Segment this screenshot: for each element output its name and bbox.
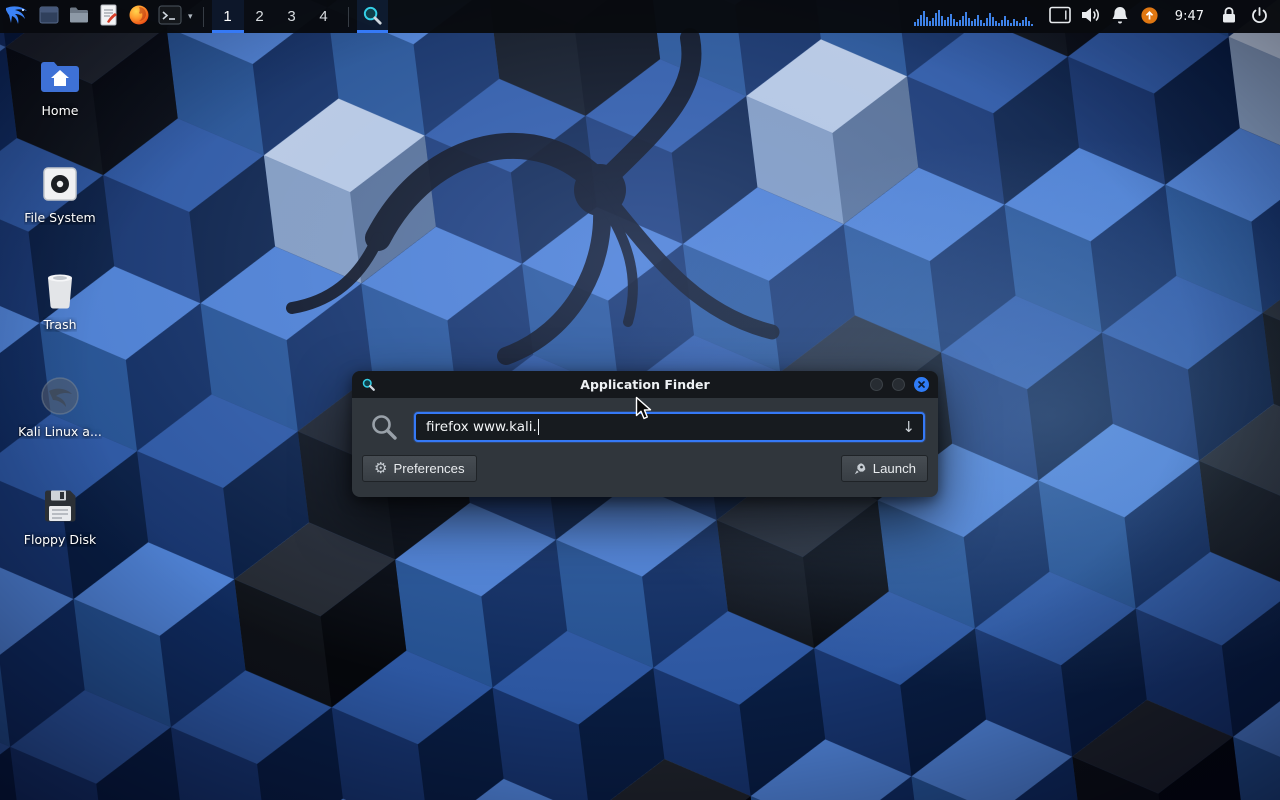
updates-indicator[interactable] bbox=[1135, 0, 1165, 33]
volume-icon bbox=[1080, 6, 1100, 27]
updates-icon bbox=[1140, 6, 1159, 28]
clock[interactable]: 9:47 bbox=[1165, 0, 1214, 33]
top-panel: ▾ 1 2 3 4 bbox=[0, 0, 1280, 33]
logout-button[interactable] bbox=[1244, 0, 1274, 33]
logout-icon bbox=[1250, 6, 1269, 28]
panel-separator bbox=[203, 7, 204, 27]
desktop-icon-floppy-disk[interactable]: Floppy Disk bbox=[10, 483, 110, 547]
notifications-bell-icon bbox=[1111, 5, 1129, 28]
kali-menu-icon bbox=[4, 2, 30, 31]
workspace-1[interactable]: 1 bbox=[212, 0, 244, 33]
terminal-icon bbox=[158, 4, 182, 29]
audio-visualizer bbox=[914, 6, 1033, 26]
search-row: firefox www.kali. ↓ bbox=[352, 398, 938, 442]
launch-button[interactable]: Launch bbox=[841, 455, 928, 482]
workspace-3[interactable]: 3 bbox=[276, 0, 308, 33]
display-indicator[interactable] bbox=[1045, 0, 1075, 33]
lock-icon bbox=[1221, 5, 1237, 28]
window-app-finder-icon bbox=[361, 377, 376, 392]
desktop-icon-home[interactable]: Home bbox=[10, 54, 110, 118]
button-row: ⚙ Preferences Launch bbox=[352, 442, 938, 482]
close-button[interactable] bbox=[914, 377, 929, 392]
kali-docs-icon bbox=[39, 375, 81, 417]
window-controls bbox=[870, 377, 929, 392]
home-icon bbox=[39, 54, 81, 96]
launch-label: Launch bbox=[873, 461, 916, 476]
dropdown-arrow-icon[interactable]: ↓ bbox=[902, 420, 915, 435]
text-editor-icon bbox=[99, 4, 119, 29]
search-text: firefox www.kali. bbox=[426, 419, 537, 435]
firefox-launcher[interactable] bbox=[124, 0, 154, 33]
text-caret bbox=[538, 419, 539, 435]
gear-icon: ⚙ bbox=[374, 461, 387, 476]
window-title: Application Finder bbox=[352, 377, 938, 392]
trash-icon bbox=[43, 268, 77, 310]
floppy-disk-icon bbox=[41, 483, 79, 525]
file-system-icon bbox=[41, 161, 79, 203]
file-manager-launcher[interactable] bbox=[34, 0, 64, 33]
panel-left: ▾ 1 2 3 4 bbox=[0, 0, 388, 33]
panel-separator bbox=[348, 7, 349, 27]
desktop-icon-label: Home bbox=[42, 103, 79, 118]
panel-right: 9:47 bbox=[914, 0, 1280, 33]
chevron-down-icon[interactable]: ▾ bbox=[186, 0, 195, 33]
volume-indicator[interactable] bbox=[1075, 0, 1105, 33]
lock-button[interactable] bbox=[1214, 0, 1244, 33]
terminal-launcher[interactable] bbox=[154, 0, 186, 33]
notifications-indicator[interactable] bbox=[1105, 0, 1135, 33]
search-input[interactable]: firefox www.kali. ↓ bbox=[414, 412, 925, 442]
launch-icon bbox=[853, 462, 867, 476]
desktop-icon-label: Floppy Disk bbox=[24, 532, 96, 547]
app-finder-icon bbox=[361, 4, 384, 30]
workspace-switcher: 1 2 3 4 bbox=[212, 0, 340, 33]
desktop-icon-label: Kali Linux a... bbox=[18, 424, 102, 439]
workspace-4[interactable]: 4 bbox=[308, 0, 340, 33]
desktop-icon-label: Trash bbox=[43, 317, 76, 332]
minimize-button[interactable] bbox=[870, 378, 883, 391]
workspace-2[interactable]: 2 bbox=[244, 0, 276, 33]
maximize-button[interactable] bbox=[892, 378, 905, 391]
preferences-button[interactable]: ⚙ Preferences bbox=[362, 455, 477, 482]
titlebar[interactable]: Application Finder bbox=[352, 371, 938, 398]
display-icon bbox=[1049, 6, 1071, 27]
desktop: ▾ 1 2 3 4 bbox=[0, 0, 1280, 800]
application-finder-window: Application Finder firefox www.kali. ↓ bbox=[352, 371, 938, 497]
desktop-icon-label: File System bbox=[24, 210, 96, 225]
preferences-label: Preferences bbox=[393, 461, 464, 476]
desktop-icon-kali-docs[interactable]: Kali Linux a... bbox=[10, 375, 110, 439]
file-manager-icon bbox=[38, 4, 60, 29]
kali-menu-button[interactable] bbox=[0, 0, 34, 33]
desktop-icon-trash[interactable]: Trash bbox=[10, 268, 110, 332]
folder-icon bbox=[68, 4, 90, 29]
folder-launcher[interactable] bbox=[64, 0, 94, 33]
desktop-icon-file-system[interactable]: File System bbox=[10, 161, 110, 225]
window-body: firefox www.kali. ↓ ⚙ Preferences Launch bbox=[352, 398, 938, 482]
close-icon bbox=[914, 377, 929, 392]
text-editor-launcher[interactable] bbox=[94, 0, 124, 33]
firefox-icon bbox=[128, 4, 150, 29]
search-icon bbox=[369, 412, 399, 442]
app-finder-panel-button[interactable] bbox=[357, 0, 388, 33]
